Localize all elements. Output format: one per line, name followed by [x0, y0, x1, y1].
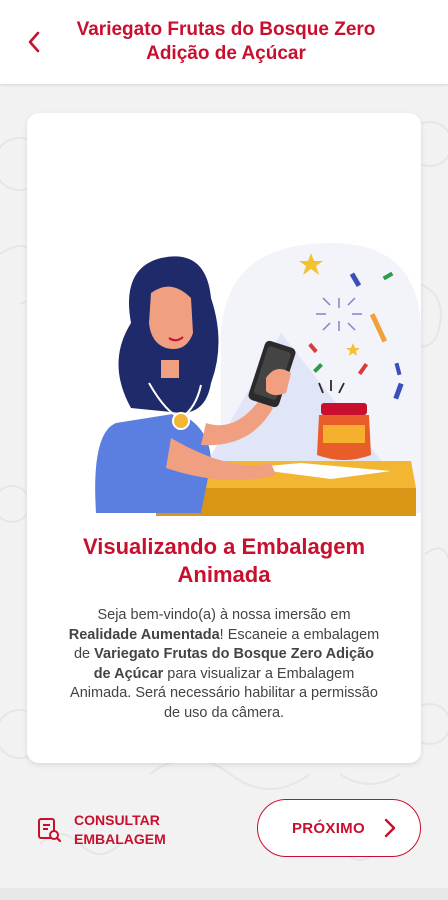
chevron-right-icon — [384, 818, 396, 838]
consult-package-label: CONSULTAR EMBALAGEM — [74, 812, 166, 847]
card-title: Visualizando a Embalagem Animada — [82, 534, 366, 587]
ar-intro-card: Visualizando a Embalagem Animada Seja be… — [27, 113, 421, 763]
consult-package-button[interactable]: CONSULTAR EMBALAGEM — [36, 805, 216, 855]
description-highlight: Realidade Aumentada — [68, 626, 220, 643]
chevron-left-icon — [28, 31, 40, 53]
system-nav-bar — [0, 888, 448, 900]
description-text: Seja bem-vindo(a) à nossa imersão em — [97, 607, 351, 623]
card-description: Seja bem-vindo(a) à nossa imersão em Rea… — [67, 606, 381, 723]
next-label: PRÓXIMO — [292, 819, 365, 837]
footer-actions: CONSULTAR EMBALAGEM PRÓXIMO — [0, 790, 448, 870]
back-button[interactable] — [16, 22, 52, 62]
app-header: Variegato Frutas do Bosque Zero Adição d… — [0, 0, 448, 84]
page-title: Variegato Frutas do Bosque Zero Adição d… — [76, 19, 376, 64]
document-search-icon — [38, 818, 62, 843]
next-button[interactable]: PRÓXIMO — [257, 799, 421, 857]
ar-scan-illustration — [95, 243, 421, 516]
